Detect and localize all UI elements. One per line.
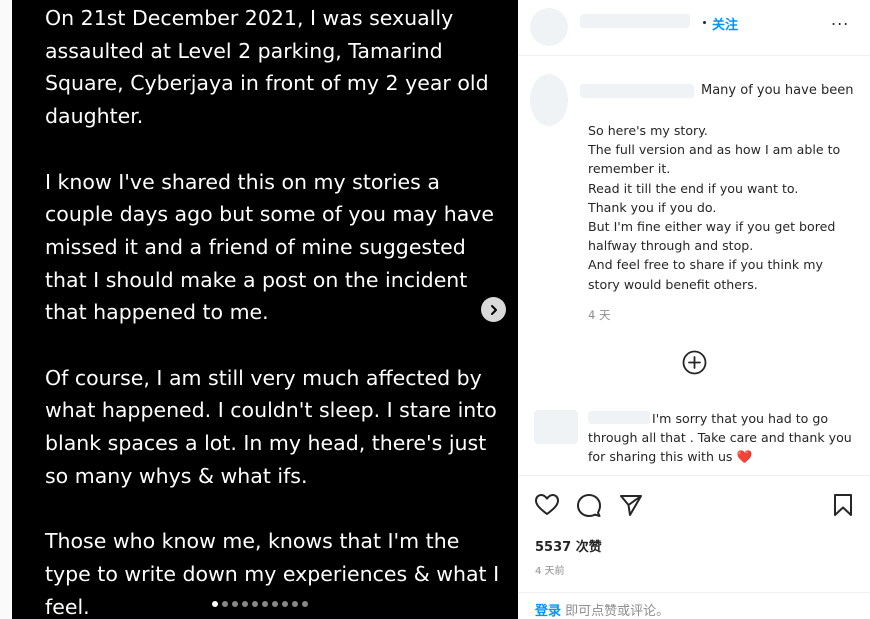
next-slide-button[interactable] — [481, 297, 506, 322]
carousel-dot — [212, 601, 218, 607]
comment-text: through all that . Take care and thank y… — [588, 430, 852, 465]
carousel-dot — [292, 601, 298, 607]
post-timestamp: 4 天前 — [535, 566, 565, 577]
caption-timestamp: 4 天 — [588, 308, 611, 322]
carousel-indicator — [212, 601, 308, 607]
post-caption: So here's my story. The full version and… — [588, 121, 858, 294]
post-paragraph: On 21st December 2021, I was sexually as… — [45, 6, 489, 129]
caption-line: Read it till the end if you want to. — [588, 180, 799, 196]
caption-line: And feel free to share if you think my s… — [588, 257, 823, 292]
heart-emoji: ❤️ — [736, 449, 753, 465]
load-more-comments-icon[interactable] — [681, 349, 708, 376]
post-paragraph: I know I've shared this on my stories a … — [45, 169, 494, 325]
carousel-dot — [282, 601, 288, 607]
follow-button[interactable]: 关注 — [712, 14, 738, 33]
separator-dot — [703, 21, 706, 24]
avatar[interactable] — [530, 8, 568, 46]
carousel-dot — [302, 601, 308, 607]
commenter-avatar[interactable] — [534, 410, 578, 444]
carousel-dot — [262, 601, 268, 607]
actions-divider — [518, 475, 870, 476]
caption-line: But I'm fine either way if you get bored… — [588, 219, 836, 254]
login-link[interactable]: 登录 — [535, 604, 561, 619]
login-prompt: 登录 即可点赞或评论。 — [535, 600, 669, 619]
carousel-dot — [242, 601, 248, 607]
carousel-dot — [272, 601, 278, 607]
page-gutter — [0, 0, 12, 619]
more-options-button[interactable]: ... — [831, 10, 849, 29]
post-paragraph: Of course, I am still very much affected… — [45, 365, 497, 488]
comment: I'm sorry that you had to go through all… — [588, 409, 856, 467]
carousel-dot — [232, 601, 238, 607]
login-prompt-text: 即可点赞或评论。 — [561, 604, 670, 619]
caption-username-redacted[interactable] — [580, 84, 694, 98]
share-icon[interactable] — [618, 492, 644, 518]
caption-intro: Many of you have been — [701, 83, 854, 98]
bookmark-icon[interactable] — [830, 492, 856, 518]
chevron-right-icon — [490, 304, 497, 315]
caption-line: So here's my story. — [588, 123, 708, 138]
post-text-image: On 21st December 2021, I was sexually as… — [45, 2, 500, 619]
post-sidebar: 关注 ... Many of you have been So here's m… — [518, 0, 870, 619]
caption-line: Thank you if you do. — [588, 199, 717, 215]
footer-divider — [518, 592, 870, 593]
comment-icon[interactable] — [576, 492, 602, 518]
caption-line: The full version and as how I am able to… — [588, 142, 841, 177]
carousel-dot — [252, 601, 258, 607]
caption-avatar[interactable] — [530, 74, 568, 126]
heart-icon[interactable] — [534, 492, 560, 518]
comment-text: I'm sorry that you had to go — [652, 411, 829, 426]
carousel-dot — [222, 601, 228, 607]
username-redacted[interactable] — [580, 14, 690, 28]
like-count[interactable]: 5537 次赞 — [535, 536, 602, 555]
post-media[interactable]: On 21st December 2021, I was sexually as… — [12, 0, 518, 619]
post-header: 关注 ... — [518, 0, 870, 56]
